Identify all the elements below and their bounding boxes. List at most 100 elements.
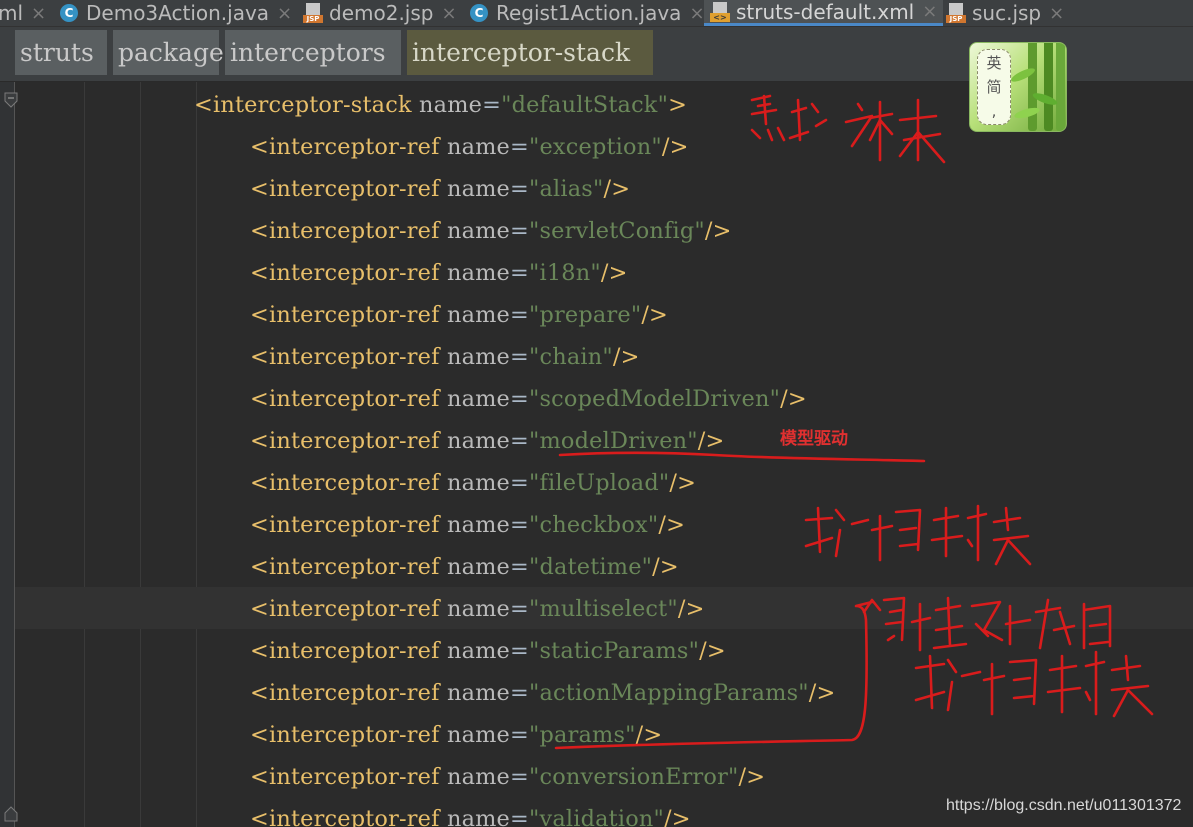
equals: = (482, 92, 502, 118)
equals: = (510, 596, 529, 622)
tab-suc-jsp[interactable]: JSP suc.jsp × (946, 0, 1064, 26)
tag-bracket: /> (677, 596, 705, 622)
tag-bracket: /> (697, 428, 725, 454)
close-icon[interactable]: × (31, 3, 46, 24)
code-line-interceptor-ref[interactable]: <interceptor-ref name="alias"/> (250, 168, 630, 210)
code-line-interceptor-ref[interactable]: <interceptor-ref name="i18n"/> (250, 252, 628, 294)
editor-gutter (0, 82, 15, 827)
equals: = (510, 302, 529, 328)
code-line-interceptor-ref[interactable]: <interceptor-ref name="params"/> (250, 714, 662, 756)
code-line-interceptor-ref[interactable]: <interceptor-ref name="staticParams"/> (250, 630, 726, 672)
code-line-interceptor-ref[interactable]: <interceptor-ref name="prepare"/> (250, 294, 668, 336)
tag-bracket: /> (699, 638, 726, 664)
quote: " (528, 806, 540, 827)
tag-name: interceptor-ref (268, 596, 440, 622)
tag-bracket: < (250, 680, 269, 706)
quote: " (590, 260, 601, 286)
tag-bracket: < (250, 512, 269, 538)
quote: " (728, 764, 739, 790)
code-line-interceptor-ref[interactable]: <interceptor-ref name="fileUpload"/> (250, 462, 696, 504)
tag-bracket: < (250, 260, 269, 286)
code-line-interceptor-ref[interactable]: <interceptor-ref name="exception"/> (250, 126, 689, 168)
code-line-interceptor-ref[interactable]: <interceptor-ref name="modelDriven"/> (250, 420, 725, 462)
attribute-name: name (446, 638, 511, 664)
equals: = (510, 680, 529, 706)
attribute-value: chain (539, 344, 603, 370)
tag-bracket: /> (669, 470, 697, 496)
quote: " (687, 428, 698, 454)
editor-tab-bar: ml × C Demo3Action.java × JSP demo2.jsp … (0, 0, 1193, 27)
code-line-interceptor-ref[interactable]: <interceptor-ref name="checkbox"/> (250, 504, 685, 546)
code-line-interceptor-ref[interactable]: <interceptor-ref name="scopedModelDriven… (250, 378, 807, 420)
attribute-value: exception (539, 134, 652, 160)
attribute-name: name (446, 722, 511, 748)
attribute-name: name (446, 176, 511, 202)
tag-bracket: < (250, 386, 269, 412)
attribute-name: name (446, 470, 511, 496)
tag-name: interceptor-ref (268, 218, 440, 244)
code-line-interceptor-ref[interactable]: <interceptor-ref name="validation"/> (250, 798, 691, 827)
code-line-interceptor-ref[interactable]: <interceptor-ref name="chain"/> (250, 336, 640, 378)
tab-ml[interactable]: ml × (0, 0, 46, 26)
close-icon[interactable]: × (441, 3, 456, 24)
quote: " (528, 470, 540, 496)
ime-status-badge[interactable]: 英 简 , (969, 42, 1067, 132)
fold-collapse-icon[interactable] (4, 92, 18, 108)
tab-label: suc.jsp (972, 1, 1042, 25)
equals: = (510, 134, 529, 160)
tag-bracket: < (250, 722, 269, 748)
close-icon[interactable]: × (922, 1, 937, 22)
close-icon[interactable]: × (689, 3, 704, 24)
attribute-name: name (446, 554, 511, 580)
attribute-value: validation (539, 806, 654, 827)
quote: " (528, 554, 540, 580)
tag-bracket: < (250, 596, 269, 622)
code-editor[interactable]: <interceptor-stack name="defaultStack"> <… (0, 82, 1193, 827)
class-icon: C (60, 4, 78, 22)
code-line-stack-open[interactable]: <interceptor-stack name="defaultStack"> (194, 84, 687, 126)
fold-marker-icon[interactable] (4, 806, 18, 822)
attribute-value: prepare (539, 302, 631, 328)
attribute-name: name (446, 260, 511, 286)
close-icon[interactable]: × (277, 3, 292, 24)
quote: " (688, 638, 700, 664)
tag-bracket: < (250, 638, 269, 664)
equals: = (510, 638, 529, 664)
quote: " (528, 260, 540, 286)
quote: " (694, 218, 705, 244)
equals: = (510, 176, 529, 202)
code-line-interceptor-ref[interactable]: <interceptor-ref name="conversionError"/… (250, 756, 765, 798)
tag-bracket: /> (658, 512, 686, 538)
code-line-interceptor-ref[interactable]: <interceptor-ref name="multiselect"/> (250, 588, 705, 630)
tag-name: interceptor-ref (268, 470, 440, 496)
tag-bracket: < (250, 764, 269, 790)
equals: = (510, 512, 529, 538)
tag-name: interceptor-ref (268, 512, 440, 538)
breadcrumb-item-interceptor-stack[interactable]: interceptor-stack (407, 30, 653, 75)
code-line-interceptor-ref[interactable]: <interceptor-ref name="datetime"/> (250, 546, 679, 588)
equals: = (510, 764, 529, 790)
equals: = (510, 386, 529, 412)
watermark: https://blog.csdn.net/u011301372 (946, 797, 1182, 814)
code-line-interceptor-ref[interactable]: <interceptor-ref name="servletConfig"/> (250, 210, 732, 252)
tag-bracket: < (194, 92, 213, 118)
tab-struts-default-xml[interactable]: <> struts-default.xml × (704, 0, 944, 26)
close-icon[interactable]: × (1049, 3, 1064, 24)
tab-regist1action[interactable]: C Regist1Action.java × (470, 0, 705, 26)
tag-bracket: /> (780, 386, 807, 412)
jsp-file-icon: JSP (303, 3, 323, 23)
tab-demo3action[interactable]: C Demo3Action.java × (60, 0, 292, 26)
breadcrumb-item-package[interactable]: package (113, 30, 224, 75)
breadcrumb-item-interceptors[interactable]: interceptors (225, 30, 401, 75)
tab-demo2-jsp[interactable]: JSP demo2.jsp × (303, 0, 457, 26)
tag-bracket: < (250, 176, 269, 202)
tag-bracket: /> (600, 260, 628, 286)
code-line-interceptor-ref[interactable]: <interceptor-ref name="actionMappingPara… (250, 672, 836, 714)
breadcrumb-item-struts[interactable]: struts (15, 30, 107, 75)
